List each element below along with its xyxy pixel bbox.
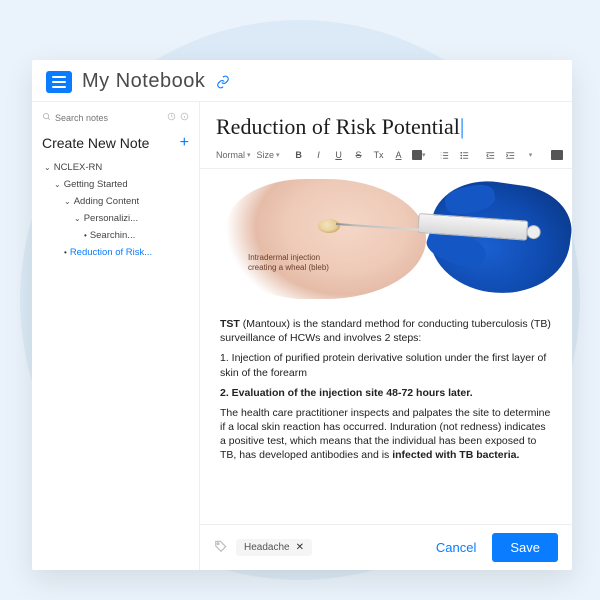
underline-button[interactable]: U [332,148,346,162]
size-select-label: Size [257,150,275,160]
annotation-line: Intradermal injection [248,253,329,263]
cancel-button[interactable]: Cancel [428,534,484,561]
app-title: My Notebook [82,70,205,93]
align-center-button[interactable] [570,148,572,162]
tree-label: Adding Content [74,196,140,207]
document-title[interactable]: Reduction of Risk Potential| [200,102,572,146]
illustration: Intradermal injection creating a wheal (… [220,177,552,307]
list-bullet-button[interactable] [458,148,472,162]
search-input[interactable] [55,113,135,123]
indent-button[interactable] [504,148,518,162]
tree-item-adding-content[interactable]: ⌄Adding Content [42,193,189,210]
chevron-down-icon: ⌄ [54,180,61,189]
editor-toolbar: Normal▾ Size▾ B I U S Tx A ▾ ▾ [200,146,572,169]
document-title-text: Reduction of Risk Potential [216,114,460,139]
menu-button[interactable] [46,71,72,93]
clock-icon[interactable] [167,112,176,123]
document-body[interactable]: Intradermal injection creating a wheal (… [200,169,572,524]
tree-label: Searchin... [90,230,135,241]
italic-button[interactable]: I [312,148,326,162]
tree-label: Getting Started [64,179,128,190]
tree-item-searching[interactable]: •Searchin... [42,227,189,244]
bold-button[interactable]: B [292,148,306,162]
tree-item-reduction-of-risk[interactable]: •Reduction of Risk... [42,244,189,261]
search-icon[interactable] [42,112,51,123]
annotation-line: creating a wheal (bleb) [248,263,329,273]
title-bar: My Notebook [32,60,572,101]
paragraph: TST (Mantoux) is the standard method for… [220,317,552,345]
style-select-label: Normal [216,150,245,160]
chevron-down-icon: ▾ [422,151,426,159]
search-row [42,110,189,131]
list-numbered-button[interactable] [438,148,452,162]
strikethrough-button[interactable]: S [352,148,366,162]
clear-format-button[interactable]: Tx [372,148,386,162]
info-icon[interactable] [180,112,189,123]
size-select[interactable]: Size▾ [257,150,280,160]
tag-label: Headache [244,542,290,553]
text-cursor: | [460,114,464,139]
tree-label: Reduction of Risk... [70,247,152,258]
more-button[interactable]: ▾ [524,148,538,162]
bullet-icon: • [64,248,67,257]
chevron-down-icon: ▾ [529,151,533,159]
tag-icon[interactable] [214,539,228,556]
text-color-button[interactable]: A [392,148,406,162]
image-button[interactable] [550,148,564,162]
note-tree: ⌄NCLEX-RN ⌄Getting Started ⌄Adding Conte… [42,159,189,261]
chevron-down-icon: ▾ [276,151,280,159]
chevron-down-icon: ⌄ [74,214,81,223]
remove-tag-button[interactable]: ✕ [296,542,304,553]
notebook-app: My Notebook [32,60,572,570]
outdent-button[interactable] [484,148,498,162]
tree-label: NCLEX-RN [54,162,103,173]
text: (Mantoux) is the standard method for con… [220,318,551,344]
tag-chip[interactable]: Headache ✕ [236,539,312,556]
bold-text: TST [220,318,240,330]
save-button[interactable]: Save [492,533,558,562]
bullet-icon: • [84,231,87,240]
bold-text: infected with TB bacteria. [392,449,519,461]
table-icon [412,150,422,160]
create-note-row: Create New Note + [42,131,189,159]
chevron-down-icon: ⌄ [44,163,51,172]
style-select[interactable]: Normal▾ [216,150,251,160]
create-note-label: Create New Note [42,135,149,151]
tree-item-getting-started[interactable]: ⌄Getting Started [42,176,189,193]
create-note-button[interactable]: + [180,135,189,151]
sidebar: Create New Note + ⌄NCLEX-RN ⌄Getting Sta… [32,102,200,570]
tree-item-root[interactable]: ⌄NCLEX-RN [42,159,189,176]
step-item: 2. Evaluation of the injection site 48-7… [220,386,552,400]
skin-illustration [226,179,426,299]
editor-footer: Headache ✕ Cancel Save [200,524,572,570]
tree-item-personalizing[interactable]: ⌄Personalizi... [42,210,189,227]
step-item: 1. Injection of purified protein derivat… [220,351,552,379]
table-button[interactable]: ▾ [412,148,426,162]
editor-pane: Reduction of Risk Potential| Normal▾ Siz… [200,102,572,570]
chevron-down-icon: ⌄ [64,197,71,206]
wheal-illustration [318,219,340,233]
bold-text: 2. Evaluation of the injection site 48-7… [220,387,473,399]
chevron-down-icon: ▾ [247,151,251,159]
image-icon [551,150,563,160]
paragraph: The health care practitioner inspects an… [220,406,552,463]
sidebar-actions[interactable] [167,112,189,123]
link-icon[interactable] [215,74,231,90]
image-annotation: Intradermal injection creating a wheal (… [248,253,329,272]
tree-label: Personalizi... [84,213,138,224]
